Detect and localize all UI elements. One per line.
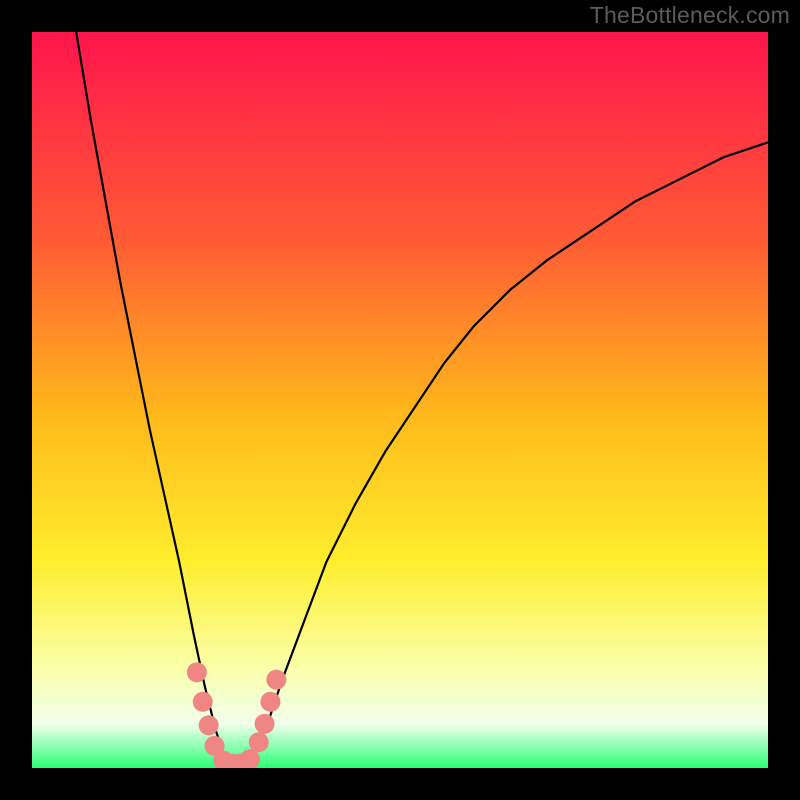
curve-marker [187, 662, 207, 682]
chart-svg [32, 32, 768, 768]
watermark-text: TheBottleneck.com [590, 2, 790, 29]
curve-marker [255, 714, 275, 734]
plot-area [32, 32, 768, 768]
curve-marker [193, 692, 213, 712]
chart-frame: TheBottleneck.com [0, 0, 800, 800]
gradient-background [32, 32, 768, 768]
curve-marker [266, 670, 286, 690]
curve-marker [260, 692, 280, 712]
curve-marker [199, 715, 219, 735]
curve-marker [249, 732, 269, 752]
